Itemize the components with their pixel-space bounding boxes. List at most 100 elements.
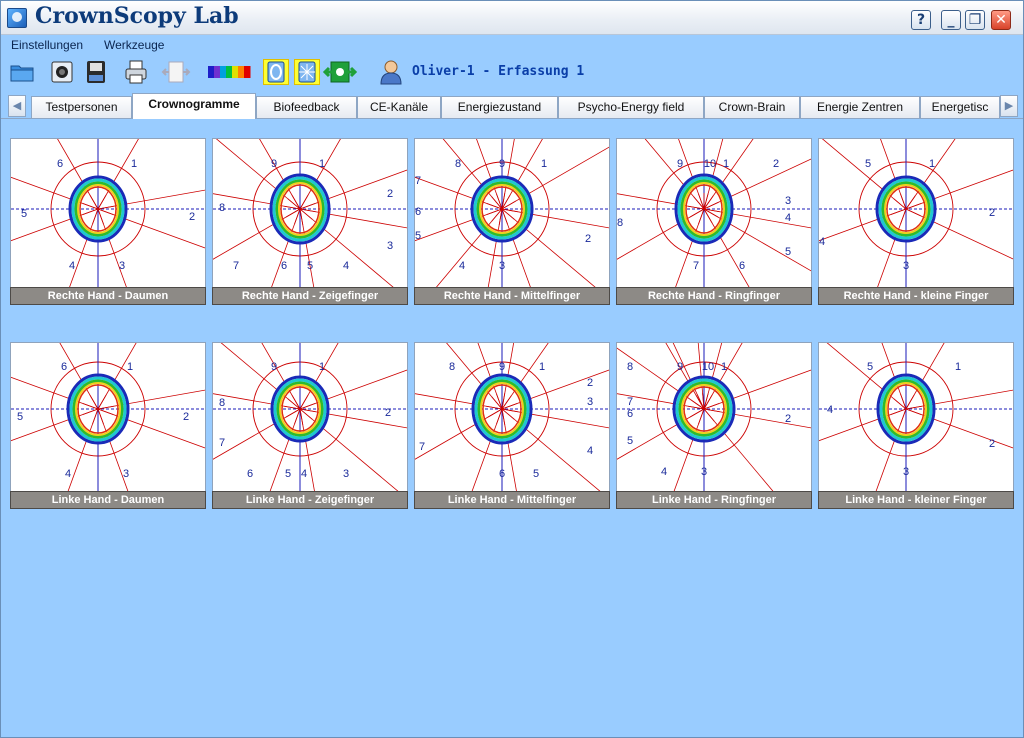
inner-sector-line xyxy=(890,208,907,215)
contrast-mode-icon[interactable] xyxy=(294,59,320,85)
inner-sector-line xyxy=(905,408,922,415)
crownogram-image[interactable]: 6 1 5 2 4 3 xyxy=(10,342,206,492)
minimize-button[interactable]: _ xyxy=(941,10,961,30)
sector-line xyxy=(905,139,956,210)
inner-sector-line xyxy=(97,208,114,215)
sector-number: 3 xyxy=(785,195,791,207)
menu-werkzeuge[interactable]: Werkzeuge xyxy=(104,38,164,52)
crownogram-image[interactable]: 9 1 2 8 3 7 6 5 4 xyxy=(212,138,408,288)
save-icon[interactable] xyxy=(83,59,109,85)
sector-line xyxy=(905,169,1013,210)
palette-swatch xyxy=(232,66,239,78)
sector-line xyxy=(877,208,907,287)
sector-line xyxy=(57,139,99,210)
sector-number: 3 xyxy=(587,396,593,408)
crownogram-caption: Linke Hand - kleiner Finger xyxy=(818,491,1014,509)
sector-number: 4 xyxy=(343,260,349,272)
crownogram-image[interactable]: 5 1 4 2 3 xyxy=(818,342,1014,492)
sector-number: 4 xyxy=(661,466,667,478)
sector-line xyxy=(299,408,399,491)
app-window: CrownScopy Lab ? _ ❐ ✕ Einstellungen Wer… xyxy=(0,0,1024,738)
color-palette-icon[interactable] xyxy=(206,59,252,85)
sector-line xyxy=(471,408,503,491)
help-button[interactable]: ? xyxy=(911,10,931,30)
inner-sector-line xyxy=(698,193,705,210)
menu-einstellungen[interactable]: Einstellungen xyxy=(11,38,83,52)
sector-number: 9 xyxy=(677,158,683,170)
crownogram-caption: Linke Hand - Mittelfinger xyxy=(414,491,610,509)
crownogram-caption: Rechte Hand - kleine Finger xyxy=(818,287,1014,305)
inner-sector-line xyxy=(82,408,99,415)
crownogram-image[interactable]: 8 9 10 1 7 6 2 5 4 3 xyxy=(616,342,812,492)
sector-line xyxy=(220,343,301,410)
inner-sector-line xyxy=(291,194,301,210)
sector-line xyxy=(69,208,99,287)
inner-sector-line xyxy=(97,408,114,415)
toolbar: Oliver-1 - Erfassung 1 xyxy=(1,56,1023,88)
crownogram-image[interactable]: 6 1 5 2 4 3 xyxy=(10,138,206,288)
tab-scroll-right-icon[interactable]: ▶ xyxy=(1000,95,1018,117)
sector-number: 1 xyxy=(131,158,137,170)
sector-line xyxy=(617,208,705,260)
sector-number: 5 xyxy=(627,435,633,447)
sector-number: 6 xyxy=(61,361,67,373)
tab-scroll-left-icon[interactable]: ◀ xyxy=(8,95,26,117)
sector-number: 3 xyxy=(903,466,909,478)
menu-bar: Einstellungen Werkzeuge xyxy=(1,36,1023,56)
sector-number: 4 xyxy=(459,260,465,272)
tab-biofeedback[interactable]: Biofeedback xyxy=(256,96,357,119)
sector-line xyxy=(59,343,99,410)
tab-energie-zentren[interactable]: Energie Zentren xyxy=(800,96,920,119)
close-button[interactable]: ✕ xyxy=(991,10,1011,30)
title-bar[interactable]: CrownScopy Lab ? _ ❐ ✕ xyxy=(1,1,1023,35)
inner-sector-line xyxy=(97,394,107,410)
inner-sector-line xyxy=(496,393,503,410)
sector-line xyxy=(215,139,301,210)
crownogram-image[interactable]: 9 1 8 2 7 6 54 3 xyxy=(212,342,408,492)
adjust-icon[interactable] xyxy=(322,59,358,85)
tab-crown-brain[interactable]: Crown-Brain xyxy=(704,96,800,119)
sector-number: 8 xyxy=(617,217,623,229)
sector-line xyxy=(97,208,127,287)
sector-number: 2 xyxy=(773,158,779,170)
tab-energiezustand[interactable]: Energiezustand xyxy=(441,96,558,119)
sector-number: 5 xyxy=(533,468,539,480)
inner-sector-line xyxy=(97,408,104,425)
sector-line xyxy=(703,369,811,410)
bright-mode-icon[interactable] xyxy=(263,59,289,85)
sector-number: 5 xyxy=(865,158,871,170)
sector-line xyxy=(213,208,301,260)
sector-number: 9 xyxy=(271,361,277,373)
camera-icon[interactable] xyxy=(49,59,75,85)
maximize-button[interactable]: ❐ xyxy=(965,10,985,30)
crownogram-image[interactable]: 8 9 1 2 3 7 4 6 5 xyxy=(414,342,610,492)
tab-energetisch[interactable]: Energetisc xyxy=(920,96,1000,119)
sector-number: 8 xyxy=(219,397,225,409)
sector-number: 6 xyxy=(281,260,287,272)
inner-sector-line xyxy=(496,193,503,210)
crownogram-caption: Linke Hand - Daumen xyxy=(10,491,206,509)
tab-ce-kanaele[interactable]: CE-Kanäle xyxy=(357,96,441,119)
crownogram-image[interactable]: 5 1 2 4 3 xyxy=(818,138,1014,288)
sector-number: 5 xyxy=(785,246,791,258)
sector-number: 6 xyxy=(739,260,745,272)
print-icon[interactable] xyxy=(123,59,149,85)
crownogram-image[interactable]: 8 9 1 7 6 5 2 4 3 xyxy=(414,138,610,288)
tab-testpersonen[interactable]: Testpersonen xyxy=(31,96,132,119)
sector-number: 7 xyxy=(219,437,225,449)
sector-line xyxy=(97,139,139,210)
sector-number: 2 xyxy=(989,438,995,450)
sector-line xyxy=(703,343,743,410)
sector-number: 3 xyxy=(903,260,909,272)
tab-crownogramme[interactable]: Crownogramme xyxy=(132,93,256,119)
zoom-out-icon[interactable] xyxy=(161,59,191,85)
sector-number: 3 xyxy=(343,468,349,480)
inner-sector-line xyxy=(905,394,915,410)
window-title: CrownScopy Lab xyxy=(35,3,239,29)
inner-sector-line xyxy=(900,208,907,225)
open-folder-icon[interactable] xyxy=(9,59,35,85)
sector-number: 4 xyxy=(819,236,825,248)
tab-psycho-energy-field[interactable]: Psycho-Energy field xyxy=(558,96,704,119)
crownogram-image[interactable]: 9 10 1 2 3 4 8 5 7 6 xyxy=(616,138,812,288)
palette-swatch xyxy=(226,66,233,78)
